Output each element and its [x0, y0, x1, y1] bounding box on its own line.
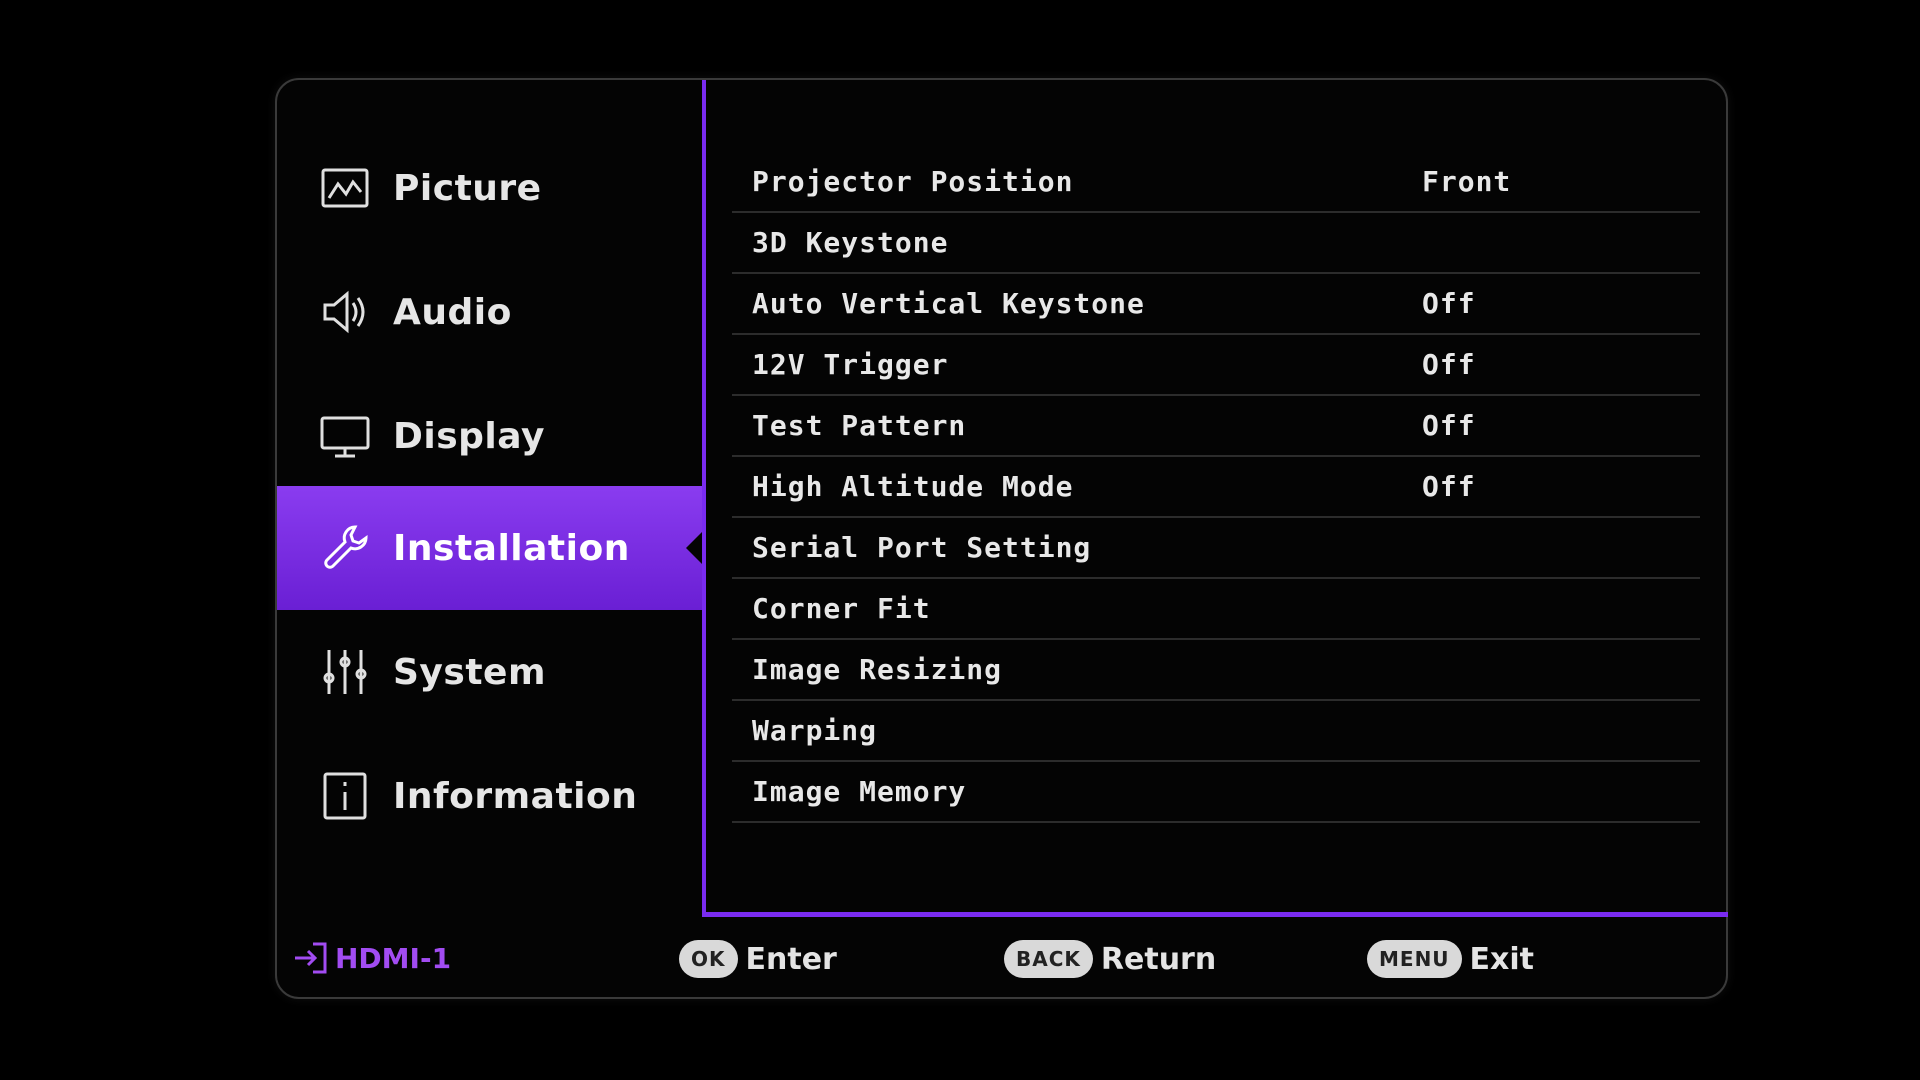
sliders-icon: [319, 646, 371, 698]
setting-value: Off: [1422, 348, 1476, 381]
sidebar-item-label: Display: [393, 415, 545, 457]
divider-horizontal: [702, 912, 1728, 917]
setting-label: Test Pattern: [752, 409, 967, 442]
setting-12v-trigger[interactable]: 12V Trigger Off: [732, 335, 1700, 396]
sidebar-item-label: System: [393, 651, 546, 693]
setting-label: Image Resizing: [752, 653, 1003, 686]
setting-value: Off: [1422, 287, 1476, 320]
setting-corner-fit[interactable]: Corner Fit: [732, 579, 1700, 640]
setting-label: Auto Vertical Keystone: [752, 287, 1145, 320]
sidebar-item-picture[interactable]: Picture: [277, 126, 702, 250]
picture-icon: [319, 162, 371, 214]
setting-warping[interactable]: Warping: [732, 701, 1700, 762]
sidebar: Picture Audio Display Installation Syste: [277, 80, 702, 920]
input-source-label: HDMI-1: [335, 941, 452, 975]
input-source-icon: [295, 942, 327, 974]
footer-bar: HDMI-1 OK Enter BACK Return MENU Exit: [277, 920, 1728, 998]
setting-label: Warping: [752, 714, 878, 747]
sidebar-item-system[interactable]: System: [277, 610, 702, 734]
hint-back: BACK Return: [1004, 940, 1216, 978]
setting-label: Projector Position: [752, 165, 1074, 198]
sidebar-item-label: Installation: [393, 527, 630, 569]
setting-value: Off: [1422, 409, 1476, 442]
sidebar-item-display[interactable]: Display: [277, 374, 702, 498]
settings-list: Projector Position Front 3D Keystone Aut…: [732, 152, 1700, 823]
setting-test-pattern[interactable]: Test Pattern Off: [732, 396, 1700, 457]
osd-menu-window: Picture Audio Display Installation Syste: [275, 78, 1728, 999]
info-icon: [319, 770, 371, 822]
setting-high-altitude-mode[interactable]: High Altitude Mode Off: [732, 457, 1700, 518]
hint-label: Exit: [1469, 941, 1535, 977]
speaker-icon: [319, 286, 371, 338]
sidebar-item-label: Audio: [393, 291, 512, 333]
setting-image-memory[interactable]: Image Memory: [732, 762, 1700, 823]
monitor-icon: [319, 410, 371, 462]
setting-label: 12V Trigger: [752, 348, 949, 381]
setting-3d-keystone[interactable]: 3D Keystone: [732, 213, 1700, 274]
hint-ok: OK Enter: [679, 940, 837, 978]
setting-projector-position[interactable]: Projector Position Front: [732, 152, 1700, 213]
hint-label: Return: [1100, 941, 1217, 977]
setting-value: Front: [1422, 165, 1512, 198]
sidebar-item-label: Picture: [393, 167, 542, 209]
setting-label: 3D Keystone: [752, 226, 949, 259]
hint-label: Enter: [745, 941, 837, 977]
wrench-icon: [319, 522, 371, 574]
setting-label: Serial Port Setting: [752, 531, 1092, 564]
sidebar-item-audio[interactable]: Audio: [277, 250, 702, 374]
setting-image-resizing[interactable]: Image Resizing: [732, 640, 1700, 701]
setting-label: Image Memory: [752, 775, 967, 808]
setting-value: Off: [1422, 470, 1476, 503]
setting-auto-vertical-keystone[interactable]: Auto Vertical Keystone Off: [732, 274, 1700, 335]
sidebar-item-installation[interactable]: Installation: [277, 486, 702, 610]
sidebar-item-information[interactable]: Information: [277, 734, 702, 858]
back-key-badge: BACK: [1004, 940, 1093, 978]
setting-label: Corner Fit: [752, 592, 931, 625]
ok-key-badge: OK: [679, 940, 738, 978]
hint-menu: MENU Exit: [1367, 940, 1534, 978]
divider-vertical: [702, 80, 706, 916]
input-source: HDMI-1: [291, 938, 451, 978]
setting-label: High Altitude Mode: [752, 470, 1074, 503]
sidebar-item-label: Information: [393, 775, 638, 817]
menu-key-badge: MENU: [1367, 940, 1462, 978]
setting-serial-port-setting[interactable]: Serial Port Setting: [732, 518, 1700, 579]
